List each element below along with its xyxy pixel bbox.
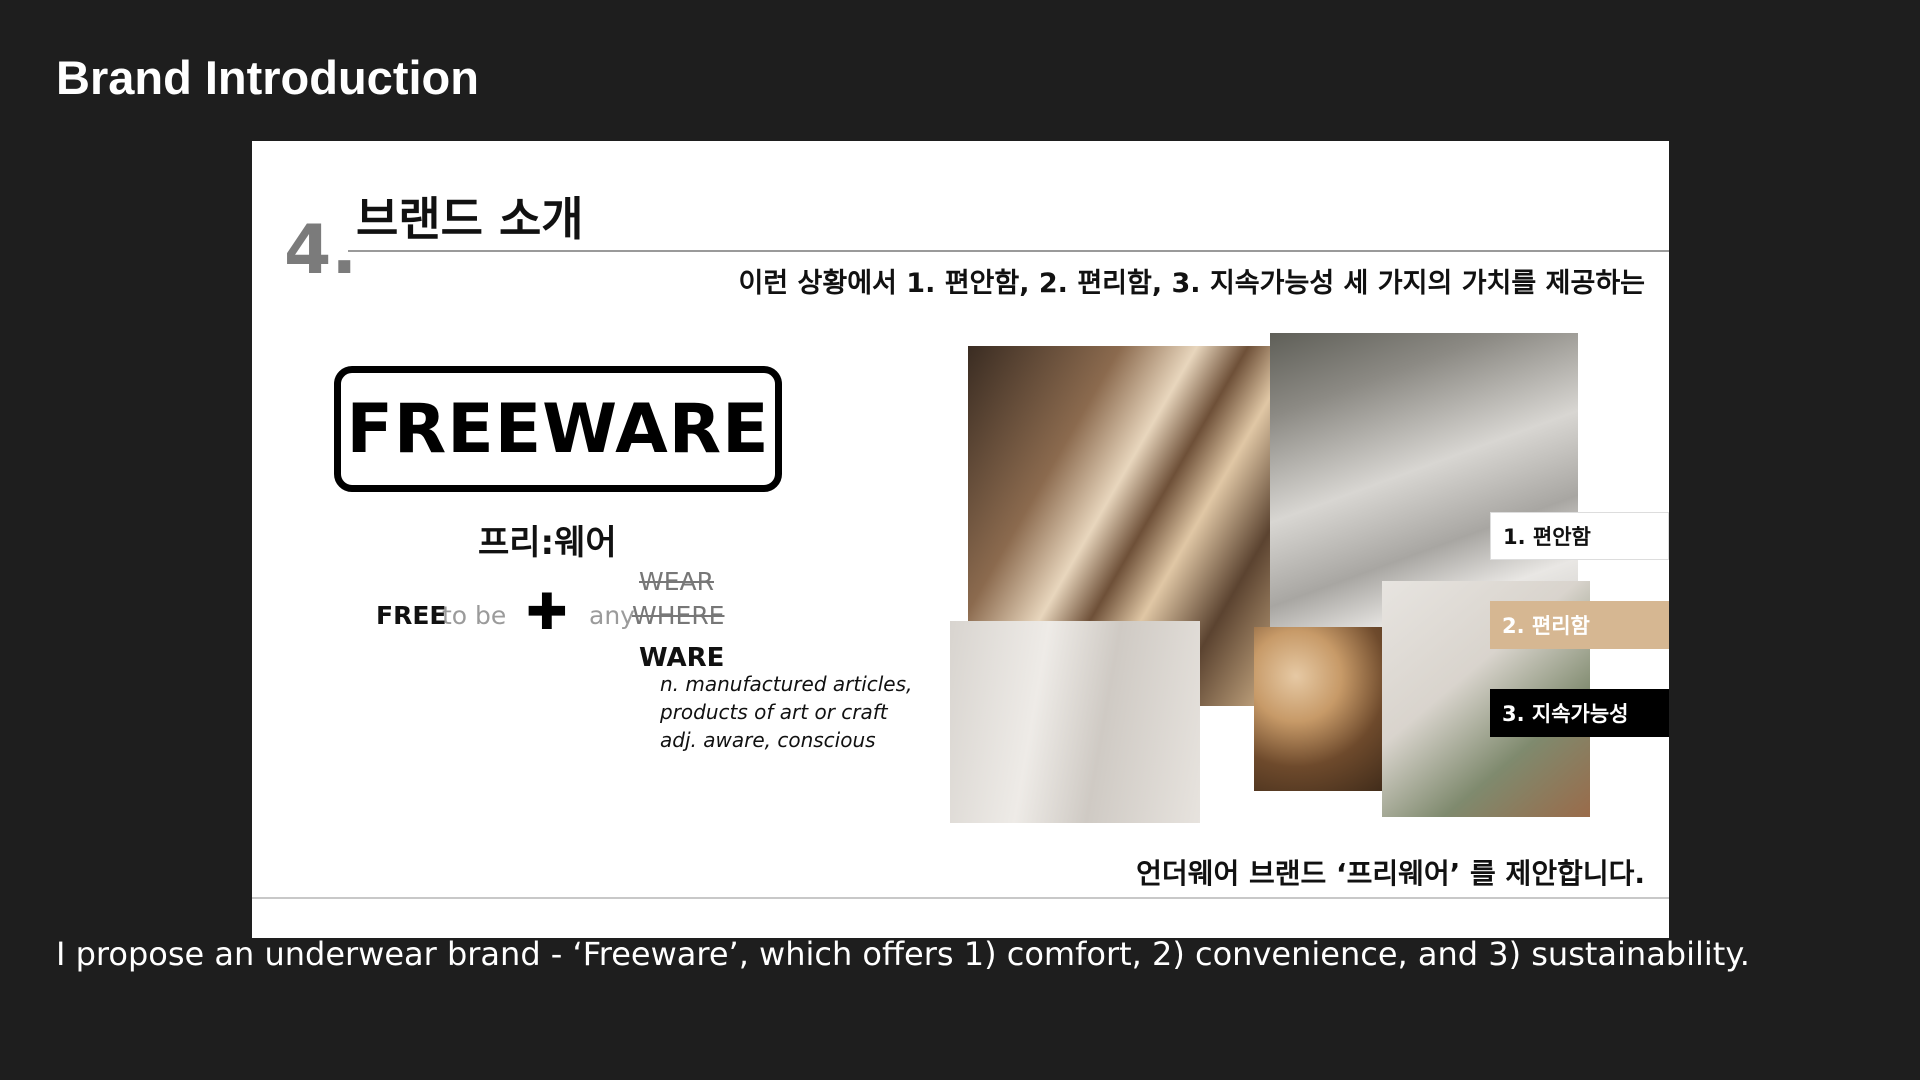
definition-line: adj. aware, conscious	[660, 728, 876, 752]
badge-sustainability: 3. 지속가능성	[1490, 689, 1669, 737]
wear-word-struck: WEAR	[639, 567, 714, 596]
free-word: FREE	[376, 601, 447, 630]
definition-line: products of art or craft	[660, 700, 888, 724]
logo-text: FREEWARE	[346, 389, 770, 469]
photo-eggs	[1254, 627, 1394, 791]
definition-line: n. manufactured articles,	[660, 672, 913, 696]
where-word-struck: WHERE	[632, 601, 725, 630]
bottom-divider	[252, 897, 1669, 899]
page-title: Brand Introduction	[56, 51, 479, 104]
badge-convenience: 2. 편리함	[1490, 601, 1669, 649]
plus-icon: ✚	[526, 583, 568, 641]
caption-text: I propose an underwear brand - ‘Freeware…	[56, 935, 1750, 973]
slide-image: 4. 브랜드 소개 이런 상황에서 1. 편안함, 2. 편리함, 3. 지속가…	[252, 141, 1669, 938]
korean-brand-name: 프리:웨어	[478, 523, 617, 563]
heading-divider	[348, 250, 1669, 252]
to-be-word: to be	[442, 601, 507, 630]
slide-conclusion: 언더웨어 브랜드 ‘프리웨어’ 를 제안합니다.	[1136, 857, 1645, 890]
badge-comfort: 1. 편안함	[1490, 512, 1669, 560]
slide-number: 4.	[284, 211, 358, 290]
photo-hand-sand	[950, 621, 1200, 823]
slide-heading: 브랜드 소개	[356, 192, 584, 246]
slide-subtitle: 이런 상황에서 1. 편안함, 2. 편리함, 3. 지속가능성 세 가지의 가…	[738, 268, 1645, 299]
ware-word: WARE	[639, 643, 725, 673]
any-word: any	[589, 601, 635, 630]
freeware-logo: FREEWARE	[334, 366, 782, 492]
